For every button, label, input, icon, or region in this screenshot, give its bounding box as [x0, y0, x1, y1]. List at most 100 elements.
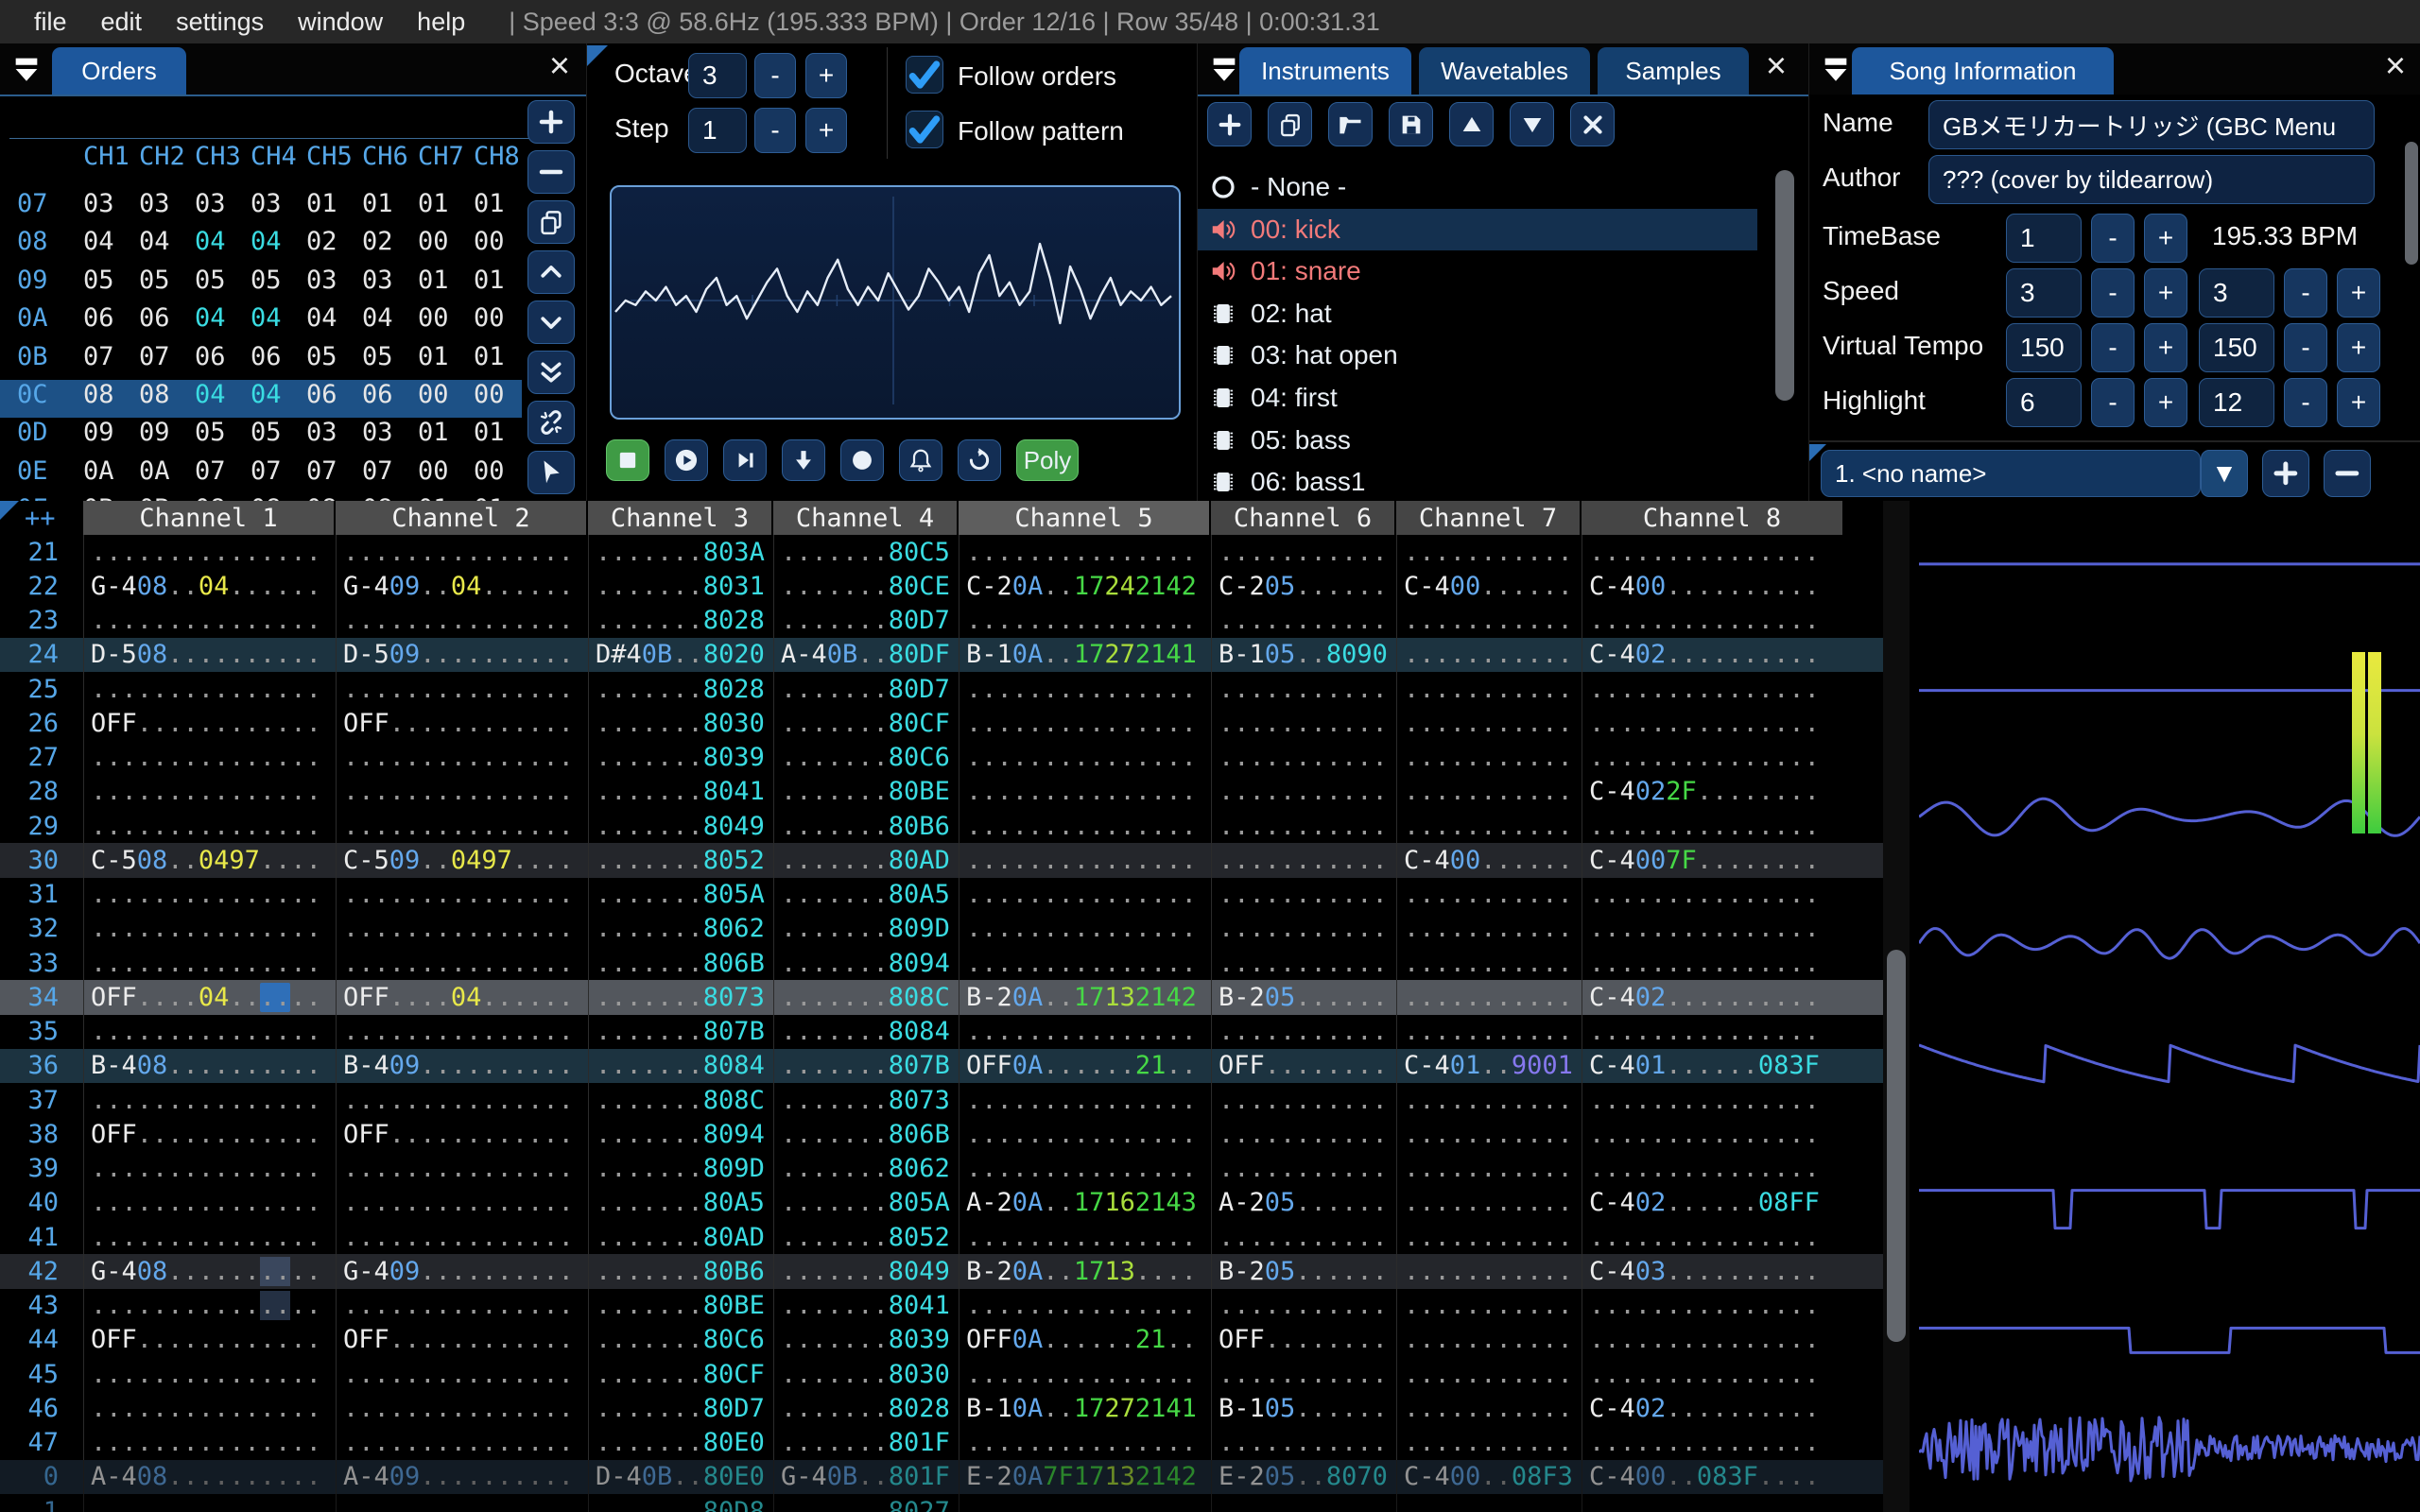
- step-input[interactable]: 1: [688, 108, 747, 153]
- pattern-cell[interactable]: ...........: [1211, 1357, 1396, 1391]
- menu-item-settings[interactable]: settings: [176, 8, 264, 36]
- orders-cell[interactable]: 07: [195, 456, 226, 486]
- subsong-add-button[interactable]: [2262, 450, 2309, 497]
- pattern-cell[interactable]: .......808C: [773, 980, 959, 1014]
- pattern-cell[interactable]: ...............: [336, 775, 588, 809]
- pattern-cell[interactable]: ...............: [83, 604, 336, 638]
- pattern-row-27[interactable]: 27.....................................8…: [0, 741, 1883, 775]
- pattern-cell[interactable]: ...............: [336, 1152, 588, 1186]
- pattern-cell[interactable]: ...............: [1582, 706, 1844, 740]
- highlight2-increase-button[interactable]: +: [2337, 378, 2380, 427]
- menu-item-edit[interactable]: edit: [101, 8, 143, 36]
- orders-cell[interactable]: 05: [251, 266, 282, 295]
- pattern-cell[interactable]: ...............: [1582, 1220, 1844, 1254]
- orders-cell[interactable]: 02: [306, 227, 337, 256]
- tab-song-information[interactable]: Song Information: [1852, 47, 2114, 94]
- pattern-cell[interactable]: ...........: [1396, 1015, 1582, 1049]
- pattern-cell[interactable]: ...............: [83, 672, 336, 706]
- orders-cell[interactable]: 06: [83, 303, 114, 333]
- orders-cell[interactable]: 03: [362, 266, 393, 295]
- collapse-icon[interactable]: [1207, 53, 1241, 85]
- pattern-cell[interactable]: ...........: [1211, 809, 1396, 843]
- pattern-cell[interactable]: C-403..........: [1582, 1254, 1844, 1288]
- orders-unlink-button[interactable]: [527, 401, 575, 444]
- pattern-cell[interactable]: .......8094: [588, 1117, 773, 1151]
- speed2-decrease-button[interactable]: -: [2284, 268, 2327, 318]
- pattern-cell[interactable]: B-408..........: [83, 1049, 336, 1083]
- pattern-cell[interactable]: .......80C6: [773, 741, 959, 775]
- pattern-cell[interactable]: .......809D: [773, 912, 959, 946]
- pattern-cell[interactable]: ...........: [1396, 1391, 1582, 1425]
- pattern-cell[interactable]: ...............: [336, 1357, 588, 1391]
- vtempo1-increase-button[interactable]: +: [2144, 323, 2187, 372]
- orders-cell[interactable]: 04: [251, 380, 282, 409]
- pattern-cell[interactable]: ...............: [336, 1083, 588, 1117]
- orders-cell[interactable]: 01: [418, 418, 449, 447]
- repeat-button[interactable]: [958, 439, 1001, 481]
- pattern-cell[interactable]: ...........: [1211, 706, 1396, 740]
- instrument-move-up-button[interactable]: [1449, 102, 1494, 146]
- pattern-cell[interactable]: B-10A..17272141: [959, 638, 1211, 672]
- orders-row-07[interactable]: 070303030301010101: [0, 189, 522, 227]
- pattern-row-46[interactable]: 46.....................................8…: [0, 1391, 1883, 1425]
- pattern-cell[interactable]: E-20A7F17132142: [959, 1460, 1211, 1494]
- speed1-input[interactable]: 3: [2006, 268, 2082, 318]
- pattern-cell[interactable]: ...............: [1582, 672, 1844, 706]
- song-author-input[interactable]: ??? (cover by tildearrow): [1928, 155, 2375, 204]
- pattern-cell[interactable]: ...............: [1582, 1015, 1844, 1049]
- orders-cell[interactable]: 01: [474, 189, 505, 218]
- pattern-cell[interactable]: .......8030: [773, 1357, 959, 1391]
- pattern-cell[interactable]: ...............: [959, 706, 1211, 740]
- pattern-cell[interactable]: OFF....04......: [336, 980, 588, 1014]
- pattern-row-47[interactable]: 47.....................................8…: [0, 1426, 1883, 1460]
- pattern-cell[interactable]: ...........: [1396, 912, 1582, 946]
- channel-header-2[interactable]: Channel 2: [336, 501, 588, 535]
- menu-item-help[interactable]: help: [417, 8, 465, 36]
- orders-cell[interactable]: 04: [195, 380, 226, 409]
- pattern-cell[interactable]: G-40B..801F: [773, 1460, 959, 1494]
- pattern-cell[interactable]: .......8049: [773, 1254, 959, 1288]
- orders-cell[interactable]: 04: [195, 227, 226, 256]
- pattern-cell[interactable]: .......80D7: [773, 672, 959, 706]
- pattern-cell[interactable]: ...........: [1211, 775, 1396, 809]
- pattern-cell[interactable]: OFF............: [336, 1117, 588, 1151]
- instrument-move-down-button[interactable]: [1510, 102, 1554, 146]
- pattern-cell[interactable]: ...............: [959, 912, 1211, 946]
- pattern-cell[interactable]: D#40B..8020: [588, 638, 773, 672]
- orders-cell[interactable]: 03: [362, 418, 393, 447]
- menu-item-window[interactable]: window: [298, 8, 383, 36]
- orders-row-08[interactable]: 080404040402020000: [0, 227, 522, 265]
- pattern-cell[interactable]: ...........: [1211, 1015, 1396, 1049]
- pattern-cell[interactable]: B-409..........: [336, 1049, 588, 1083]
- orders-cell[interactable]: 09: [139, 418, 170, 447]
- orders-cell[interactable]: 08: [362, 494, 393, 501]
- orders-row-09[interactable]: 090505050503030101: [0, 266, 522, 303]
- pattern-cell[interactable]: C-400..........: [1582, 569, 1844, 603]
- orders-cell[interactable]: 00: [474, 380, 505, 409]
- pattern-cell[interactable]: ...............: [336, 1289, 588, 1323]
- pattern-cell[interactable]: C-402..........: [1582, 1391, 1844, 1425]
- pattern-cell[interactable]: D-40B..80E0: [588, 1460, 773, 1494]
- pattern-row-32[interactable]: 32.....................................8…: [0, 912, 1883, 946]
- orders-row-0F[interactable]: 0F0B0B080808080101: [0, 494, 522, 501]
- pattern-cell[interactable]: ...........: [1396, 1426, 1582, 1460]
- pattern-cell[interactable]: C-508..0497....: [83, 843, 336, 877]
- pattern-cell[interactable]: ...............: [1582, 809, 1844, 843]
- stop-button[interactable]: [606, 439, 649, 481]
- orders-cell[interactable]: 04: [251, 303, 282, 333]
- pattern-row-22[interactable]: 22G-408..04......G-409..04.............8…: [0, 569, 1883, 603]
- orders-cell[interactable]: 01: [474, 266, 505, 295]
- orders-cell[interactable]: 01: [474, 418, 505, 447]
- pattern-row-34[interactable]: 34OFF....04......OFF....04.............8…: [0, 980, 1883, 1014]
- orders-cell[interactable]: 04: [251, 227, 282, 256]
- orders-cell[interactable]: 02: [362, 227, 393, 256]
- pattern-cell[interactable]: .......8030: [588, 706, 773, 740]
- pattern-cell[interactable]: ...............: [83, 741, 336, 775]
- orders-cell[interactable]: 01: [306, 189, 337, 218]
- pattern-cell[interactable]: ...............: [959, 946, 1211, 980]
- pattern-cell[interactable]: .......80D7: [773, 604, 959, 638]
- highlight2-input[interactable]: 12: [2199, 378, 2274, 427]
- instrument-list-item[interactable]: 00: kick: [1198, 209, 1757, 250]
- pattern-cell[interactable]: ...............: [1582, 1289, 1844, 1323]
- pattern-cell[interactable]: ...............: [959, 672, 1211, 706]
